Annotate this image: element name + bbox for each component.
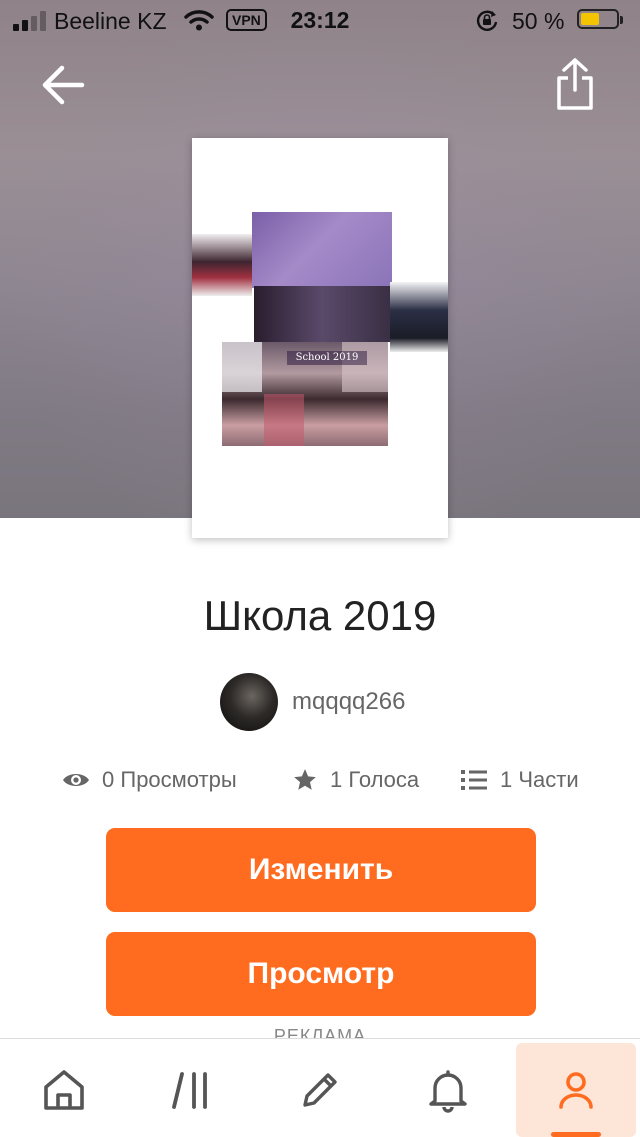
tab-profile[interactable] bbox=[516, 1043, 636, 1137]
votes-label: Голоса bbox=[348, 767, 420, 792]
tab-write[interactable] bbox=[260, 1043, 380, 1137]
votes-stat: 1 Голоса bbox=[292, 762, 419, 798]
profile-icon bbox=[559, 1072, 593, 1109]
battery-percent: 50 % bbox=[512, 8, 565, 34]
ad-label: РЕКЛАМА bbox=[273, 1026, 367, 1038]
parts-label: Части bbox=[518, 767, 579, 792]
views-label: Просмотры bbox=[120, 767, 237, 792]
tab-notifications[interactable] bbox=[388, 1043, 508, 1137]
tab-library[interactable] bbox=[132, 1043, 252, 1137]
tab-home[interactable] bbox=[4, 1043, 124, 1137]
preview-button[interactable]: Просмотр bbox=[106, 932, 536, 1016]
story-cover: School 2019 bbox=[192, 138, 448, 538]
list-icon bbox=[461, 770, 487, 790]
notifications-icon bbox=[429, 1070, 467, 1113]
cover-collage-image: School 2019 bbox=[192, 212, 448, 446]
author-link[interactable]: mqqqq266 bbox=[220, 672, 405, 732]
write-icon bbox=[303, 1073, 337, 1107]
back-arrow-icon[interactable] bbox=[38, 60, 88, 110]
eye-icon bbox=[63, 774, 89, 786]
votes-count: 1 bbox=[330, 767, 343, 792]
story-stats: 0 Просмотры 1 Голоса 1 Части bbox=[0, 762, 640, 798]
edit-button[interactable]: Изменить bbox=[106, 828, 536, 912]
star-icon bbox=[294, 769, 316, 790]
parts-stat: 1 Части bbox=[460, 762, 579, 798]
battery-icon bbox=[577, 9, 623, 29]
tab-bar bbox=[0, 1038, 640, 1137]
views-count: 0 bbox=[102, 767, 115, 792]
author-name[interactable]: mqqqq266 bbox=[292, 688, 405, 716]
views-stat: 0 Просмотры bbox=[62, 762, 237, 798]
story-title: Школа 2019 bbox=[203, 592, 437, 639]
avatar[interactable] bbox=[220, 673, 278, 731]
share-icon[interactable] bbox=[552, 56, 598, 112]
rotation-lock-icon bbox=[476, 10, 498, 31]
home-icon bbox=[44, 1070, 84, 1110]
cover-title-text: School 2019 bbox=[287, 351, 367, 365]
status-bar: Beeline KZ VPN 23:12 50 % bbox=[0, 0, 640, 40]
library-icon bbox=[172, 1072, 207, 1109]
parts-count: 1 bbox=[500, 767, 513, 792]
